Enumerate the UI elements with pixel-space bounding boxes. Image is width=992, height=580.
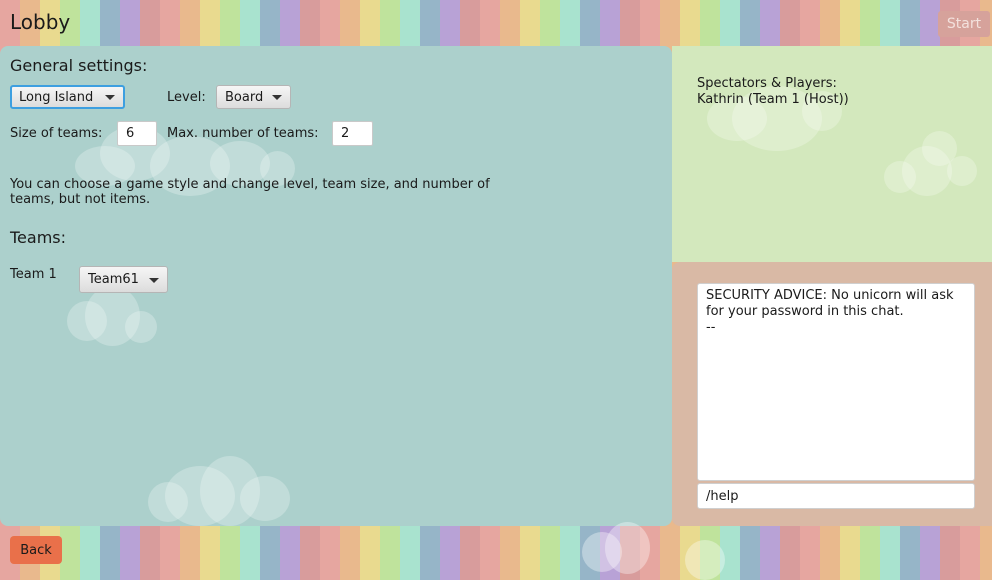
team-label: Team 1 xyxy=(10,267,57,282)
team-size-field[interactable]: 6 xyxy=(117,121,157,146)
chevron-down-icon xyxy=(272,95,282,100)
settings-panel: General settings: Long Island Level: Boa… xyxy=(0,46,672,526)
player-entry: Kathrin (Team 1 (Host)) xyxy=(697,92,849,107)
chevron-down-icon xyxy=(105,95,115,100)
cloud-decoration xyxy=(125,311,157,343)
level-value: Board xyxy=(225,89,264,105)
team-dropdown[interactable]: Team61 xyxy=(79,266,168,293)
general-settings-heading: General settings: xyxy=(10,56,148,75)
chevron-down-icon xyxy=(149,277,159,283)
level-label: Level: xyxy=(167,90,206,105)
cloud-decoration xyxy=(947,156,977,186)
players-panel: Spectators & Players: Kathrin (Team 1 (H… xyxy=(672,46,992,262)
chat-panel: SECURITY ADVICE: No unicorn will ask for… xyxy=(672,262,992,526)
team-value: Team61 xyxy=(88,272,139,287)
game-style-value: Long Island xyxy=(19,89,94,105)
team-size-label: Size of teams: xyxy=(10,126,103,141)
chat-input[interactable]: /help xyxy=(697,483,975,509)
cloud-decoration xyxy=(240,476,290,521)
players-title: Spectators & Players: xyxy=(697,76,837,91)
cloud-decoration xyxy=(685,540,725,580)
max-teams-label: Max. number of teams: xyxy=(167,126,319,141)
chat-message: SECURITY ADVICE: No unicorn will ask for… xyxy=(706,288,954,319)
page-title: Lobby xyxy=(10,10,71,34)
level-dropdown[interactable]: Board xyxy=(216,85,291,109)
settings-description: You can choose a game style and change l… xyxy=(10,177,490,207)
game-style-dropdown[interactable]: Long Island xyxy=(10,85,125,109)
chat-message: -- xyxy=(706,320,716,335)
back-button[interactable]: Back xyxy=(10,536,62,564)
max-teams-field[interactable]: 2 xyxy=(332,121,373,146)
start-button[interactable]: Start xyxy=(938,11,990,37)
teams-heading: Teams: xyxy=(10,228,67,247)
chat-log[interactable]: SECURITY ADVICE: No unicorn will ask for… xyxy=(697,283,975,481)
cloud-decoration xyxy=(605,522,650,574)
